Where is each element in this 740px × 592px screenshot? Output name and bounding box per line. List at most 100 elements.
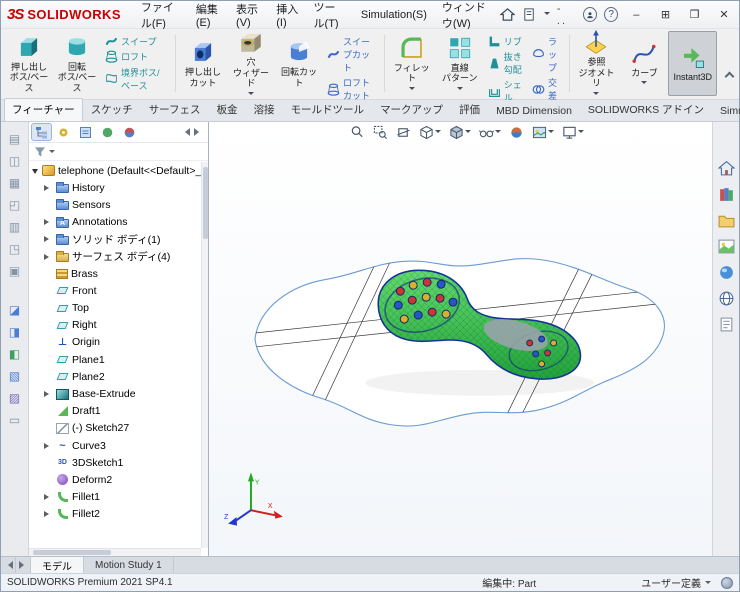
reference-geometry-button[interactable]: 参照 ジオメトリ — [572, 31, 620, 96]
tab-mold-tools[interactable]: モールドツール — [283, 98, 373, 121]
view-palette-icon[interactable] — [718, 238, 735, 255]
tab-sketch[interactable]: スケッチ — [83, 98, 141, 121]
loft-button[interactable]: ロフト — [101, 49, 172, 64]
dock-tool-2-icon[interactable]: ◫ — [6, 154, 24, 169]
tab-surfaces[interactable]: サーフェス — [141, 98, 209, 121]
tab-solidworks-addins[interactable]: SOLIDWORKS アドイン — [580, 98, 712, 121]
dock-tool-12-icon[interactable]: ▨ — [6, 391, 24, 406]
expand-icon[interactable] — [32, 168, 38, 177]
forum-icon[interactable] — [718, 290, 735, 307]
tab-features[interactable]: フィーチャー — [4, 98, 83, 121]
expand-icon[interactable] — [44, 253, 52, 260]
help-icon[interactable]: ? — [604, 7, 619, 22]
revolve-boss-button[interactable]: 回転 ボス/ベース — [53, 31, 101, 96]
edit-appearance-button[interactable] — [508, 124, 525, 141]
zoom-area-button[interactable] — [372, 124, 389, 141]
property-manager-tab[interactable] — [54, 124, 73, 140]
units-caret-icon[interactable] — [705, 581, 711, 587]
scrollbar-thumb[interactable] — [33, 550, 111, 555]
custom-properties-icon[interactable] — [718, 316, 735, 333]
motion-study-tab[interactable]: Motion Study 1 — [84, 557, 174, 573]
appearances-scenes-icon[interactable] — [718, 264, 735, 281]
3d-model-canvas[interactable]: Y X Z — [209, 122, 712, 556]
units-selector[interactable]: ユーザー定義 — [641, 575, 701, 590]
instant3d-button[interactable]: Instant3D — [668, 31, 717, 96]
sweep-cut-button[interactable]: スイープカット — [323, 34, 381, 75]
tree-item-draft1[interactable]: Draft1 — [29, 403, 201, 420]
filter-caret-icon[interactable] — [49, 150, 55, 156]
tab-markup[interactable]: マークアップ — [372, 98, 451, 121]
dock-tool-5-icon[interactable]: ▥ — [6, 220, 24, 235]
extrude-boss-button[interactable]: 押し出し ボス/ベース — [5, 31, 53, 96]
expand-icon[interactable] — [44, 511, 52, 518]
dock-tool-7-icon[interactable]: ▣ — [6, 264, 24, 279]
dock-tool-10-icon[interactable]: ◧ — [6, 347, 24, 362]
display-style-button[interactable] — [448, 124, 472, 141]
feature-tree-tab[interactable] — [31, 123, 52, 141]
tree-item-history[interactable]: History — [29, 179, 201, 196]
fillet-button[interactable]: フィレット — [388, 31, 436, 96]
section-view-button[interactable] — [395, 124, 412, 141]
expand-icon[interactable] — [44, 391, 52, 398]
tab-evaluate[interactable]: 評価 — [451, 98, 488, 121]
intersect-button[interactable]: 交差 — [528, 75, 566, 103]
configuration-manager-tab[interactable] — [76, 124, 95, 140]
graphics-viewport[interactable]: Y X Z — [209, 122, 712, 556]
sweep-button[interactable]: スイープ — [101, 34, 172, 49]
tree-horizontal-scrollbar[interactable] — [29, 548, 201, 556]
tree-item-right-plane[interactable]: Right — [29, 317, 201, 334]
restore-button[interactable]: ❐ — [684, 5, 706, 25]
dock-tool-6-icon[interactable]: ◳ — [6, 242, 24, 257]
new-document-icon[interactable] — [522, 7, 537, 22]
tab-scroll-right-icon[interactable] — [16, 557, 31, 573]
tree-item-surface-bodies[interactable]: サーフェス ボディ(4) — [29, 248, 201, 265]
tree-vertical-scrollbar[interactable] — [201, 162, 208, 548]
panel-scroll-right-icon[interactable] — [194, 128, 203, 136]
draft-button[interactable]: 抜き勾配 — [484, 49, 528, 77]
apply-scene-button[interactable] — [531, 124, 555, 141]
view-orientation-button[interactable] — [418, 124, 442, 141]
tree-item-curve3[interactable]: ~ Curve3 — [29, 437, 201, 454]
filter-funnel-icon[interactable] — [34, 146, 46, 158]
tree-item-top-plane[interactable]: Top — [29, 300, 201, 317]
solidworks-resources-home-icon[interactable] — [717, 160, 735, 177]
curve-button[interactable]: カーブ — [620, 31, 668, 96]
dock-tool-3-icon[interactable]: ▦ — [6, 176, 24, 191]
hole-wizard-button[interactable]: 穴 ウィザード — [227, 31, 275, 96]
tree-item-plane1[interactable]: Plane1 — [29, 351, 201, 368]
new-document-caret-icon[interactable] — [543, 12, 550, 18]
tree-item-fillet2[interactable]: Fillet2 — [29, 506, 201, 523]
tab-sheet-metal[interactable]: 板金 — [209, 98, 246, 121]
display-manager-tab[interactable] — [120, 124, 139, 140]
tree-item-sensors[interactable]: Sensors — [29, 196, 201, 213]
layout-grid-button[interactable]: ⊞ — [654, 5, 676, 25]
expand-icon[interactable] — [44, 184, 52, 191]
model-tab[interactable]: モデル — [31, 557, 84, 573]
dock-tool-9-icon[interactable]: ◨ — [6, 325, 24, 340]
scrollbar-thumb[interactable] — [203, 167, 208, 239]
tree-item-material[interactable]: Brass — [29, 265, 201, 282]
tree-item-deform2[interactable]: Deform2 — [29, 471, 201, 488]
expand-icon[interactable] — [44, 494, 52, 501]
file-explorer-icon[interactable] — [718, 212, 735, 229]
tree-root-part[interactable]: telephone (Default<<Default>_Dis... — [29, 162, 201, 179]
dock-tool-4-icon[interactable]: ◰ — [6, 198, 24, 213]
tab-scroll-left-icon[interactable] — [1, 557, 16, 573]
close-button[interactable]: ✕ — [713, 5, 735, 25]
linear-pattern-button[interactable]: 直線 パターン — [436, 31, 484, 96]
rib-button[interactable]: リブ — [484, 34, 528, 49]
tab-mbd-dimension[interactable]: MBD Dimension — [488, 101, 580, 121]
tree-item-sketch27[interactable]: (-) Sketch27 — [29, 420, 201, 437]
tree-item-plane2[interactable]: Plane2 — [29, 368, 201, 385]
hide-show-items-button[interactable] — [478, 124, 502, 141]
account-icon[interactable] — [583, 7, 598, 22]
dimxpert-manager-tab[interactable] — [98, 124, 117, 140]
zoom-fit-button[interactable] — [349, 124, 366, 141]
tree-item-origin[interactable]: ⊥ Origin — [29, 334, 201, 351]
search-hint[interactable]: - .. — [557, 3, 576, 27]
expand-icon[interactable] — [44, 219, 52, 226]
tree-item-3dsketch1[interactable]: 3D 3DSketch1 — [29, 454, 201, 471]
dock-tool-8-icon[interactable]: ◪ — [6, 303, 24, 318]
status-badge-icon[interactable] — [721, 576, 733, 589]
panel-scroll-left-icon[interactable] — [181, 128, 190, 136]
